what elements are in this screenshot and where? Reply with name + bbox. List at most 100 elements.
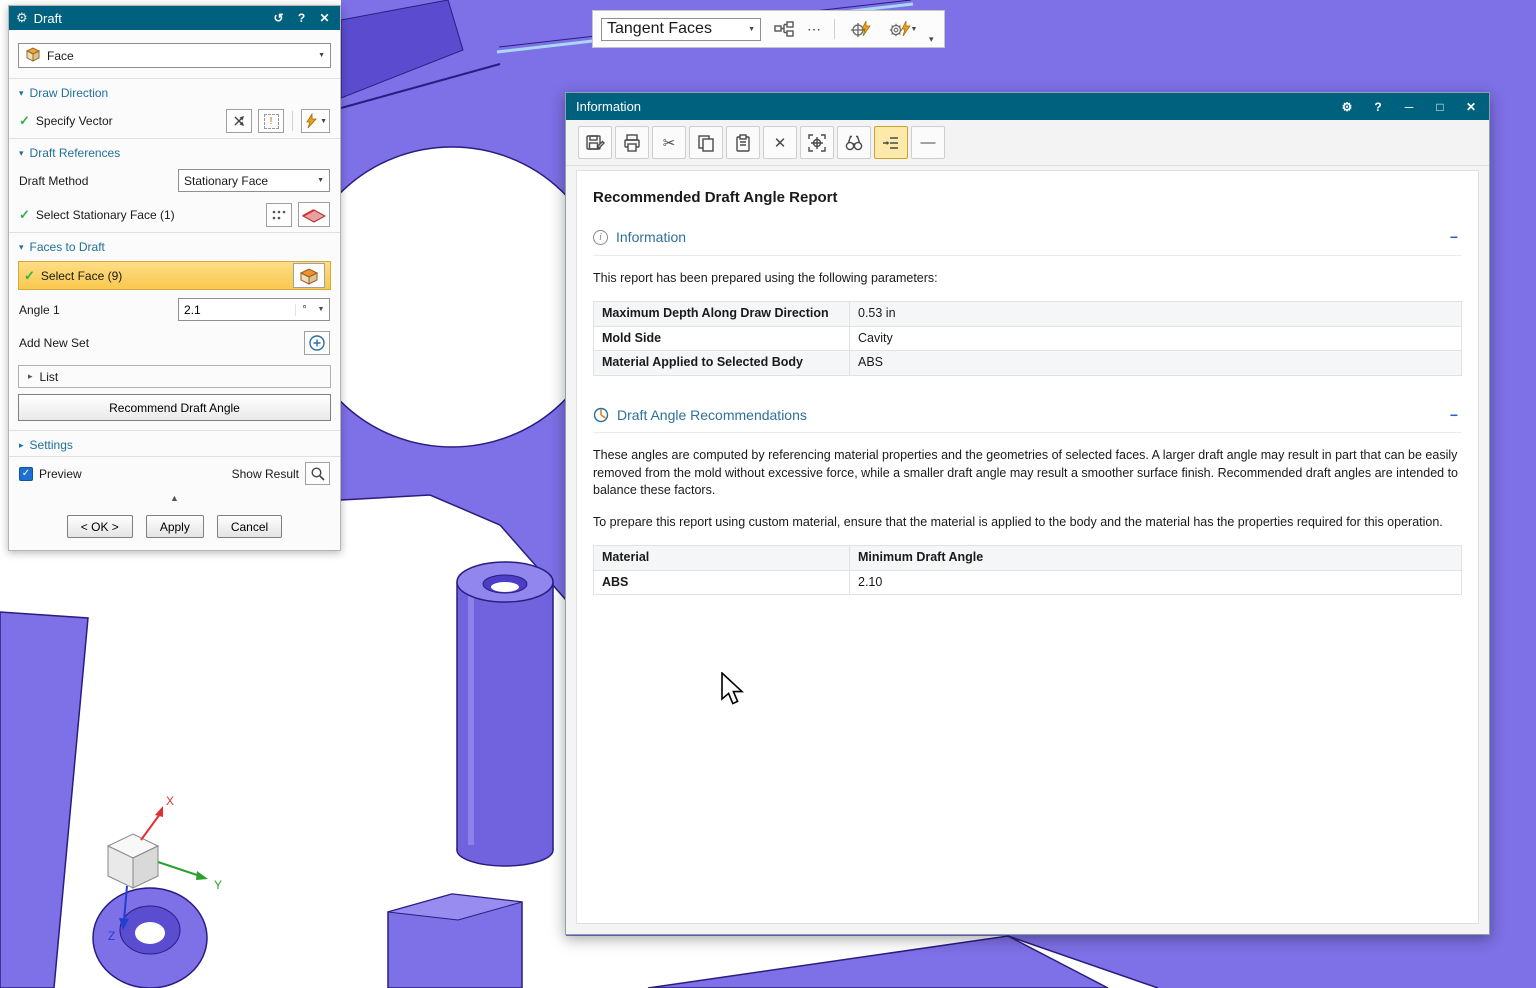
print-button[interactable]	[615, 126, 649, 159]
ok-button[interactable]: < OK >	[67, 515, 133, 538]
vector-constructor-button[interactable]: ▼	[301, 109, 330, 133]
type-filter-select[interactable]: Face ▼	[18, 43, 331, 68]
vector-dialog-button[interactable]	[226, 109, 252, 133]
divider	[834, 19, 835, 39]
inferred-vector-button[interactable]: !	[258, 109, 284, 133]
information-toolbar: ✂ ✕ —	[566, 120, 1489, 166]
section-collapse-button[interactable]: −	[1450, 228, 1462, 248]
draft-dialog-title: Draft	[34, 11, 264, 26]
save-button[interactable]	[578, 126, 612, 159]
param-label: Mold Side	[594, 326, 850, 351]
step-block[interactable]	[388, 894, 522, 988]
information-section-header: i Information −	[593, 228, 1462, 256]
angle-input[interactable]	[179, 303, 295, 317]
close-button[interactable]: ✕	[316, 11, 333, 25]
draft-method-select[interactable]: Stationary Face ▼	[178, 169, 330, 192]
angle-input-group: ° ▼	[178, 298, 330, 321]
section-label: Draft References	[30, 146, 121, 160]
select-stationary-face-label: Select Stationary Face (1)	[36, 208, 175, 222]
help-button[interactable]: ?	[293, 11, 310, 25]
param-label: Material Applied to Selected Body	[594, 351, 850, 376]
section-heading: Draft Angle Recommendations	[617, 406, 807, 426]
draft-angle-icon	[593, 407, 609, 423]
lightning-icon	[304, 113, 318, 129]
triad-x-label: X	[166, 794, 174, 808]
collapse-all-button[interactable]: —	[911, 126, 945, 159]
preview-label: Preview	[39, 467, 82, 481]
add-new-set-button[interactable]	[304, 331, 330, 355]
magnifier-icon	[310, 466, 326, 482]
delete-button[interactable]: ✕	[763, 126, 797, 159]
crosshair-lightning-icon	[850, 19, 872, 39]
table-row: Material Applied to Selected Body ABS	[594, 351, 1462, 376]
goto-line-button[interactable]	[874, 126, 908, 159]
window-help-button[interactable]: ?	[1370, 100, 1386, 114]
face-rule-value: Tangent Faces	[607, 20, 712, 38]
section-label: Draw Direction	[30, 86, 109, 100]
section-collapsed-icon: ▸	[19, 440, 24, 451]
dialog-collapse-button[interactable]: ▲	[9, 490, 340, 508]
information-titlebar[interactable]: Information ⚙ ? ─ □ ✕	[566, 93, 1489, 120]
face-rule-select[interactable]: Tangent Faces ▼	[601, 18, 761, 41]
param-value: ABS	[850, 351, 1462, 376]
select-region-button[interactable]	[800, 126, 834, 159]
plus-circle-icon	[308, 334, 326, 352]
preview-checkbox[interactable]: ✓	[19, 467, 33, 481]
more-options-button[interactable]: ⋯	[807, 21, 822, 38]
table-header-row: Material Minimum Draft Angle	[594, 546, 1462, 571]
window-settings-button[interactable]: ⚙	[1339, 100, 1355, 114]
section-settings[interactable]: ▸ Settings	[9, 431, 340, 456]
binoculars-icon	[844, 133, 864, 153]
cut-button[interactable]: ✂	[652, 126, 686, 159]
window-close-button[interactable]: ✕	[1463, 100, 1479, 114]
scissors-icon: ✂	[663, 134, 676, 152]
param-label: Maximum Depth Along Draw Direction	[594, 302, 850, 327]
info-icon: i	[593, 230, 608, 245]
draft-dialog-titlebar[interactable]: ⚙ Draft ↺ ? ✕	[9, 6, 340, 30]
face-select-button[interactable]	[293, 263, 325, 288]
paste-button[interactable]	[726, 126, 760, 159]
dialog-gear-icon: ⚙	[16, 10, 28, 26]
section-faces-to-draft[interactable]: ▾ Faces to Draft	[9, 233, 340, 258]
draft-method-value: Stationary Face	[184, 174, 268, 188]
select-face-row[interactable]: ✓ Select Face (9)	[18, 261, 331, 290]
recommend-draft-angle-button[interactable]: Recommend Draft Angle	[18, 394, 331, 421]
selection-hierarchy-button[interactable]	[771, 13, 797, 46]
find-button[interactable]	[837, 126, 871, 159]
material-cell: ABS	[594, 570, 850, 595]
add-new-set-label: Add New Set	[19, 336, 298, 350]
draft-dialog: ⚙ Draft ↺ ? ✕ Face ▼ ▾ Draw Direction ✓ …	[8, 5, 341, 551]
stationary-face-icon	[301, 206, 327, 224]
window-minimize-button[interactable]: ─	[1401, 100, 1417, 114]
stationary-face-button[interactable]	[298, 202, 330, 227]
cancel-button[interactable]: Cancel	[217, 515, 282, 538]
section-expanded-icon: ▾	[19, 88, 24, 99]
section-draw-direction[interactable]: ▾ Draw Direction	[9, 79, 340, 104]
window-maximize-button[interactable]: □	[1432, 100, 1448, 114]
min-angle-cell: 2.10	[850, 570, 1462, 595]
copy-button[interactable]	[689, 126, 723, 159]
reset-button[interactable]: ↺	[270, 11, 287, 25]
apply-button[interactable]: Apply	[146, 515, 204, 538]
show-result-button[interactable]	[305, 462, 330, 485]
report-intro: This report has been prepared using the …	[593, 270, 1462, 288]
toolbar-overflow-button[interactable]: ▾	[929, 34, 934, 47]
chevron-down-icon: ▼	[743, 26, 755, 33]
draft-method-label: Draft Method	[19, 174, 172, 188]
list-group[interactable]: ▸ List	[18, 365, 331, 388]
snap-point-button[interactable]	[266, 203, 292, 227]
snap-settings-button[interactable]: ▼	[885, 13, 919, 46]
cylinder-boss[interactable]	[457, 562, 553, 866]
mouse-cursor	[720, 672, 748, 706]
section-draft-references[interactable]: ▾ Draft References	[9, 139, 340, 164]
section-heading: Information	[616, 228, 686, 248]
face-icon	[298, 267, 320, 285]
section-collapse-button[interactable]: −	[1450, 406, 1462, 426]
part-hole[interactable]	[297, 147, 607, 447]
check-icon: ✓	[24, 268, 35, 284]
chevron-down-icon[interactable]: ▼	[313, 306, 329, 313]
snap-target-button[interactable]	[847, 13, 875, 46]
degree-unit[interactable]: °	[295, 304, 313, 316]
inferred-vector-icon: !	[264, 114, 279, 129]
information-window: Information ⚙ ? ─ □ ✕ ✂ ✕	[565, 92, 1490, 935]
